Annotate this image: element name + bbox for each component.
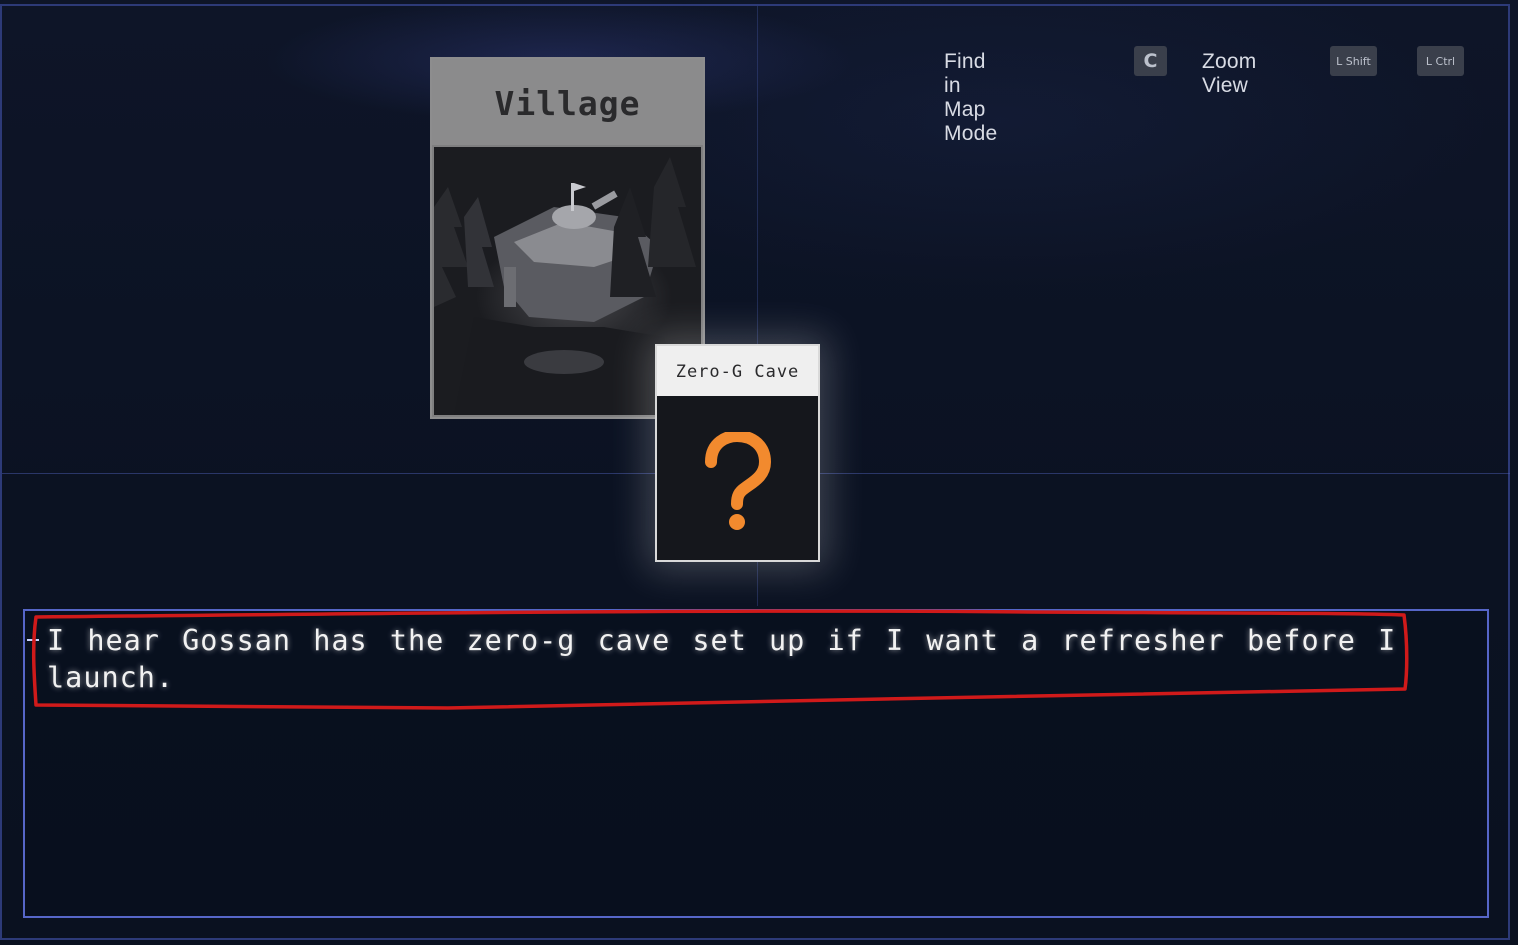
zero-g-cave-card[interactable]: Zero-G Cave	[655, 344, 820, 562]
find-key-c[interactable]: C	[1134, 46, 1167, 76]
key-lctrl[interactable]: L Ctrl	[1417, 46, 1464, 76]
question-mark-icon	[705, 432, 772, 530]
map-screen: Find in Map Mode C Zoom View L Shift L C…	[0, 0, 1518, 945]
zero-g-cave-title: Zero-G Cave	[657, 346, 818, 396]
zoom-key-lshift[interactable]: L Shift	[1330, 46, 1377, 76]
village-card-title: Village	[432, 59, 703, 145]
find-in-map-mode-label: Find in Map Mode	[944, 50, 998, 145]
zoom-view-label: Zoom View	[1202, 50, 1257, 97]
annotation-outline	[31, 609, 1409, 710]
